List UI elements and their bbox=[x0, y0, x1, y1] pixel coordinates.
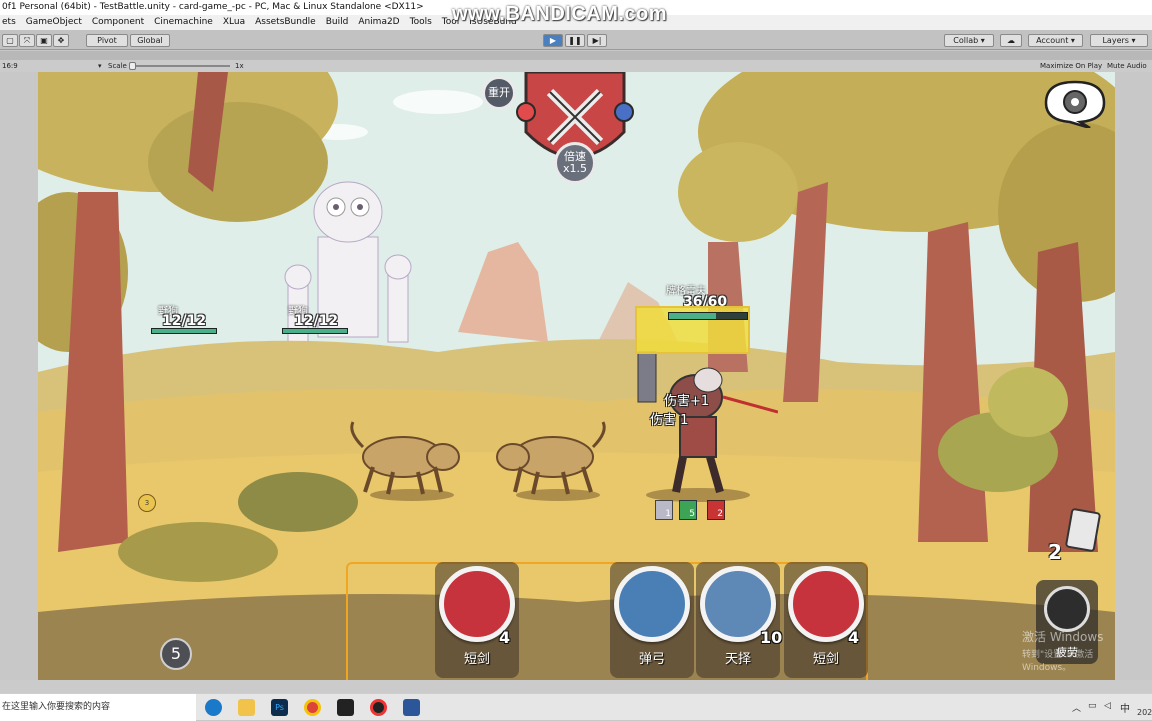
scale-slider-handle[interactable] bbox=[129, 62, 136, 70]
layers-label: Layers bbox=[1102, 36, 1129, 45]
draw-pile-counter[interactable]: 5 bbox=[160, 638, 192, 670]
global-label: Global bbox=[137, 36, 163, 45]
enemy-intent-count: 3 bbox=[144, 499, 150, 507]
card-4-cost: 4 bbox=[848, 628, 860, 647]
bandicam-watermark: www.BANDICAM.com bbox=[452, 3, 668, 25]
aspect-dropdown-arrow[interactable]: ▾ bbox=[98, 60, 102, 72]
unity-toolbar: ▢ ⤧ ▣ ✥ Pivot Global ▶ ❚❚ ▶| Collab ▾ ☁ … bbox=[0, 30, 1152, 50]
menu-item-xlua[interactable]: XLua bbox=[223, 15, 245, 30]
player-hp-bar bbox=[668, 312, 748, 320]
discard-pile-count: 2 bbox=[1048, 540, 1062, 564]
file-explorer-icon[interactable] bbox=[238, 699, 255, 716]
photoshop-icon[interactable]: Ps bbox=[271, 699, 288, 716]
bandicam-icon[interactable] bbox=[370, 699, 387, 716]
strength-status-badge: 2 bbox=[707, 500, 725, 520]
pivot-label: Pivot bbox=[97, 36, 117, 45]
tray-chevron-icon[interactable]: ︿ bbox=[1072, 701, 1081, 714]
hand-card-1[interactable]: 短剑 4 bbox=[435, 562, 519, 678]
maximize-on-play-toggle[interactable]: Maximize On Play bbox=[1040, 60, 1102, 72]
scale-value: 1x bbox=[235, 62, 244, 70]
settings-button[interactable] bbox=[1040, 78, 1110, 128]
game-view-bar: 16:9 ▾ Scale 1x Maximize On Play Mute Au… bbox=[0, 60, 1152, 72]
taskbar-search-input[interactable]: 在这里输入你要搜索的内容 bbox=[0, 694, 196, 721]
edge-icon[interactable] bbox=[205, 699, 222, 716]
enemy-wolf-1-sprite[interactable] bbox=[343, 412, 463, 497]
poison-status-badge: 5 bbox=[679, 500, 697, 520]
unity-icon[interactable] bbox=[337, 699, 354, 716]
account-label: Account bbox=[1036, 36, 1069, 45]
collab-label: Collab bbox=[953, 36, 979, 45]
clock-date[interactable]: 202 bbox=[1137, 708, 1152, 717]
damage-popup-2: 伤害 1 bbox=[650, 413, 689, 428]
enemy-1-hp-bar bbox=[151, 328, 217, 334]
layers-dropdown[interactable]: Layers ▾ bbox=[1090, 34, 1148, 47]
game-viewport[interactable]: 野狗 12/12 野狗 12/12 牌格雷夫 36/60 伤害+1 伤害 1 1… bbox=[38, 72, 1115, 680]
collab-button[interactable]: Collab ▾ bbox=[944, 34, 994, 47]
scale-label: Scale bbox=[108, 62, 127, 70]
enemy-2-hp-text: 12/12 bbox=[294, 313, 339, 329]
scale-tool-button[interactable]: ⤧ bbox=[19, 34, 35, 47]
activate-windows-title: 激活 Windows bbox=[1022, 630, 1104, 644]
account-dropdown[interactable]: Account ▾ bbox=[1028, 34, 1083, 47]
card-4-name: 短剑 bbox=[812, 652, 839, 667]
menu-item-gameobject[interactable]: GameObject bbox=[26, 15, 82, 30]
network-icon[interactable]: ▭ bbox=[1088, 701, 1097, 711]
menu-item-anima2d[interactable]: Anima2D bbox=[358, 15, 399, 30]
restart-button[interactable]: 重开 bbox=[482, 76, 516, 110]
card-1-cost: 4 bbox=[499, 628, 511, 647]
enemy-1-hp-fill bbox=[152, 329, 216, 333]
speed-button[interactable]: 倍速 x1.5 bbox=[554, 142, 596, 184]
play-button[interactable]: ▶ bbox=[543, 34, 563, 47]
rect-tool-button[interactable]: ▢ bbox=[2, 34, 18, 47]
ime-indicator[interactable]: 中 bbox=[1120, 700, 1130, 715]
transform-tool-button[interactable]: ✥ bbox=[53, 34, 69, 47]
menu-item-assets[interactable]: ets bbox=[2, 15, 16, 30]
step-button[interactable]: ▶| bbox=[587, 34, 607, 47]
menu-item-cinemachine[interactable]: Cinemachine bbox=[154, 15, 213, 30]
draw-pile-count: 5 bbox=[170, 644, 182, 663]
activate-windows-hint: 转到"设置"以激活 Windows。 bbox=[1022, 650, 1094, 673]
menu-item-build[interactable]: Build bbox=[326, 15, 349, 30]
aspect-dropdown[interactable]: 16:9 bbox=[2, 60, 18, 72]
game-tab-strip bbox=[0, 51, 1152, 60]
mute-audio-toggle[interactable]: Mute Audio bbox=[1107, 60, 1147, 72]
game-view-bottom-strip bbox=[0, 680, 1152, 693]
global-button[interactable]: Global bbox=[130, 34, 170, 47]
speed-value: x1.5 bbox=[562, 162, 587, 175]
menu-item-assetsbundle[interactable]: AssetsBundle bbox=[255, 15, 316, 30]
card-1-name: 短剑 bbox=[463, 652, 490, 667]
enemy-1-hp-text: 12/12 bbox=[162, 313, 207, 329]
enemy-wolf-2-sprite[interactable] bbox=[493, 412, 613, 497]
armor-status-badge: 1 bbox=[655, 500, 673, 520]
card-3-cost: 10 bbox=[760, 628, 783, 647]
poison-count: 5 bbox=[689, 509, 695, 519]
damage-popup-1: 伤害+1 bbox=[664, 394, 710, 409]
chrome-icon[interactable] bbox=[304, 699, 321, 716]
armor-count: 1 bbox=[665, 509, 671, 519]
pivot-button[interactable]: Pivot bbox=[86, 34, 128, 47]
word-icon[interactable] bbox=[403, 699, 420, 716]
slingshot-icon bbox=[614, 566, 690, 642]
enemy-2-hp-bar bbox=[282, 328, 348, 334]
pause-button[interactable]: ❚❚ bbox=[565, 34, 585, 47]
card-3-name: 天择 bbox=[724, 652, 751, 667]
hand-card-3[interactable]: 天择 10 bbox=[696, 562, 783, 678]
menu-item-tools[interactable]: Tools bbox=[410, 15, 432, 30]
enemy-2-hp-fill bbox=[283, 329, 347, 333]
hand-card-4[interactable]: 短剑 4 bbox=[784, 562, 868, 678]
scale-slider[interactable] bbox=[130, 65, 230, 67]
card-2-name: 弹弓 bbox=[638, 652, 665, 667]
menu-item-component[interactable]: Component bbox=[92, 15, 144, 30]
player-hp-fill bbox=[669, 313, 716, 319]
rect-transform-button[interactable]: ▣ bbox=[36, 34, 52, 47]
cloud-icon[interactable]: ☁ bbox=[1000, 34, 1022, 47]
restart-label: 重开 bbox=[488, 86, 510, 99]
strength-count: 2 bbox=[717, 509, 723, 519]
hand-card-2[interactable]: 弹弓 bbox=[610, 562, 694, 678]
fatigue-icon bbox=[1044, 586, 1090, 632]
volume-icon[interactable]: ◁ bbox=[1104, 701, 1111, 711]
windows-taskbar: 在这里输入你要搜索的内容 Ps ︿ ▭ ◁ 中 202 bbox=[0, 693, 1152, 721]
enemy-intent-icon: 3 bbox=[138, 494, 156, 512]
